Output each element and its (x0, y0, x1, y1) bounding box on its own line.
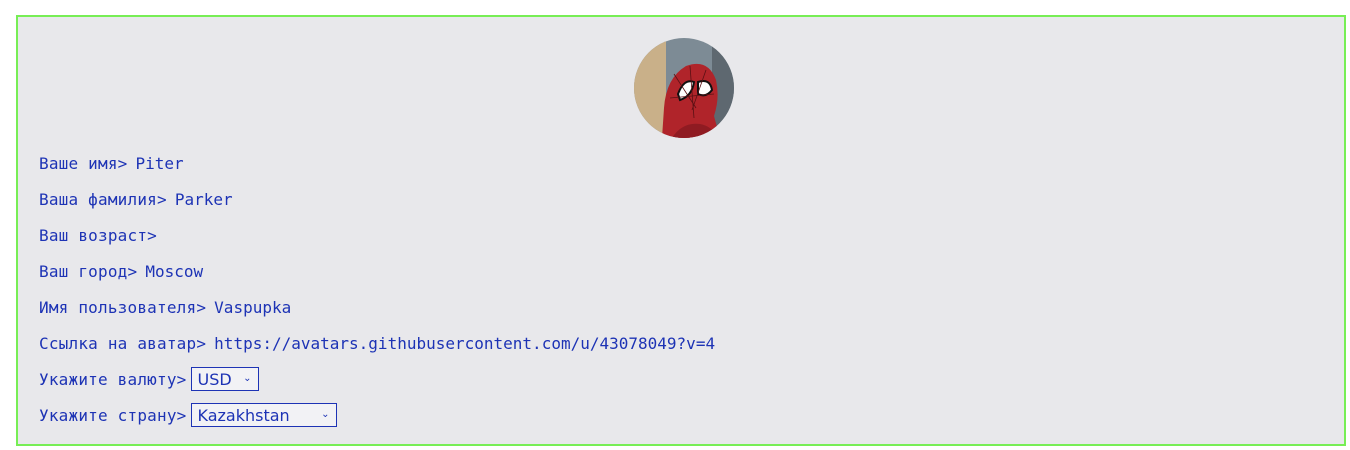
country-selected-value: Kazakhstan (197, 405, 290, 425)
country-label: Укажите страну> (39, 405, 187, 425)
avatar (634, 38, 734, 138)
city-row: Ваш город> Moscow (39, 258, 203, 284)
last-name-row: Ваша фамилия> Parker (39, 186, 233, 212)
city-value: Moscow (145, 261, 204, 281)
avatar-link-value: https://avatars.githubusercontent.com/u/… (214, 333, 716, 353)
chevron-down-icon: ⌄ (321, 409, 330, 420)
spider-man-avatar-icon (634, 38, 734, 138)
currency-select[interactable]: USD ⌄ (190, 367, 259, 391)
first-name-label: Ваше имя> (39, 153, 128, 173)
currency-row: Укажите валюту> USD ⌄ (39, 366, 259, 392)
age-label: Ваш возраст> (39, 225, 157, 245)
last-name-label: Ваша фамилия> (39, 189, 167, 209)
first-name-row: Ваше имя> Piter (39, 150, 184, 176)
last-name-value: Parker (174, 189, 233, 209)
username-row: Имя пользователя> Vaspupka (39, 294, 291, 320)
age-row: Ваш возраст> (39, 222, 165, 248)
currency-label: Укажите валюту> (39, 369, 187, 389)
avatar-link-label: Ссылка на аватар> (39, 333, 207, 353)
country-select[interactable]: Kazakhstan ⌄ (190, 403, 337, 427)
profile-panel: Ваше имя> Piter Ваша фамилия> Parker Ваш… (16, 15, 1346, 446)
username-value: Vaspupka (214, 297, 292, 317)
city-label: Ваш город> (39, 261, 138, 281)
username-label: Имя пользователя> (39, 297, 207, 317)
chevron-down-icon: ⌄ (243, 373, 252, 384)
avatar-link-row: Ссылка на аватар> https://avatars.github… (39, 330, 715, 356)
currency-selected-value: USD (197, 369, 232, 389)
country-row: Укажите страну> Kazakhstan ⌄ (39, 402, 337, 428)
first-name-value: Piter (135, 153, 184, 173)
